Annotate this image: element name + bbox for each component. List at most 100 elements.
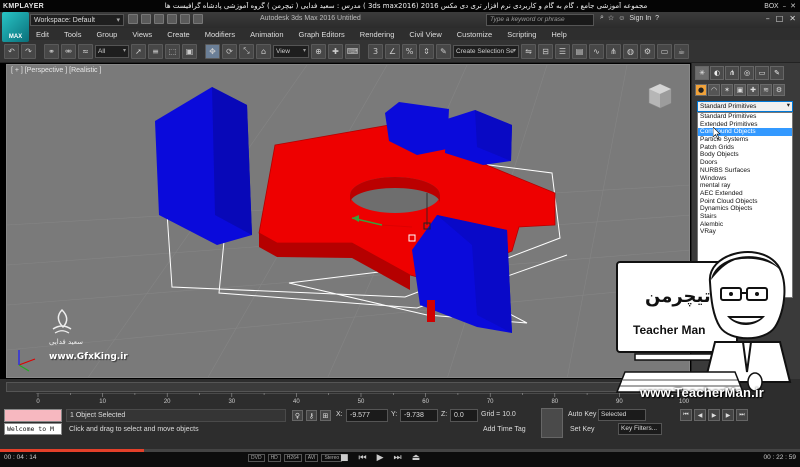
menu-create[interactable]: Create [167,30,190,39]
shapes-icon[interactable]: ◠ [708,84,720,96]
play-icon[interactable]: ▶ [377,453,384,463]
primitive-type-dropdown[interactable]: Standard Primitives [697,101,793,112]
list-item[interactable]: AEC Extended [698,190,792,198]
go-to-end-icon[interactable]: ⏭ [736,409,748,421]
select-rotate-icon[interactable]: ⟳ [222,43,237,59]
systems-icon[interactable]: ⚙ [773,84,785,96]
angle-snap-icon[interactable]: ∠ [385,43,400,59]
list-item[interactable]: Dynamics Objects [698,205,792,213]
unlink-icon[interactable]: ⚮ [61,43,76,59]
cameras-icon[interactable]: ▣ [734,84,746,96]
display-tab-icon[interactable]: ▭ [755,66,769,80]
play-icon[interactable]: ▶ [708,409,720,421]
list-item[interactable]: NURBS Surfaces [698,167,792,175]
perspective-viewport[interactable]: [ + ] [Perspective ] [Realistic ] سعید ف… [6,64,690,378]
menu-rendering[interactable]: Rendering [360,30,395,39]
utilities-tab-icon[interactable]: ✎ [770,66,784,80]
list-item[interactable]: mental ray [698,182,792,190]
search-input[interactable]: Type a keyword or phrase [486,14,594,26]
list-item[interactable]: Doors [698,159,792,167]
layer-explorer-icon[interactable]: ☰ [555,43,570,59]
select-scale-icon[interactable]: ⤡ [239,43,254,59]
key-mode-dropdown[interactable]: Selected [598,409,646,421]
menu-modifiers[interactable]: Modifiers [205,30,235,39]
blue-box-left[interactable] [155,87,252,245]
new-file-icon[interactable] [128,14,138,24]
z-coordinate-field[interactable]: 0.0 [450,409,478,422]
selection-lock-icon[interactable]: ⚷ [306,410,317,421]
align-icon[interactable]: ⊟ [538,43,553,59]
auto-key-button[interactable]: Auto Key [568,411,596,418]
search-icon[interactable]: ⌕ [600,14,604,22]
reference-coordinate-dropdown[interactable]: View [273,44,309,58]
select-move-icon[interactable]: ✥ [205,43,220,59]
time-slider[interactable] [6,382,690,392]
render-production-icon[interactable]: ☕ [674,43,689,59]
menu-views[interactable]: Views [132,30,152,39]
open-file-icon[interactable] [141,14,151,24]
scene-explorer-icon[interactable]: ▤ [572,43,587,59]
key-filters-button[interactable]: Key Filters... [618,423,662,435]
menu-tools[interactable]: Tools [64,30,82,39]
pivot-center-icon[interactable]: ⊕ [311,43,326,59]
menu-animation[interactable]: Animation [250,30,283,39]
isolate-selection-icon[interactable]: ♀ [292,410,303,421]
named-selection-sets-dropdown[interactable]: Create Selection Se [453,44,519,58]
menu-scripting[interactable]: Scripting [507,30,536,39]
bind-space-warp-icon[interactable]: ≈ [78,43,93,59]
modify-tab-icon[interactable]: ◐ [710,66,724,80]
list-item[interactable]: Patch Grids [698,144,792,152]
selection-filter-dropdown[interactable]: All [95,44,129,58]
motion-tab-icon[interactable]: ◎ [740,66,754,80]
material-editor-icon[interactable]: ◍ [623,43,638,59]
user-icon[interactable]: ☺ [618,15,625,22]
snaps-toggle-icon[interactable]: 3 [368,43,383,59]
stop-icon[interactable]: ■ [340,453,349,463]
schematic-view-icon[interactable]: ⋔ [606,43,621,59]
save-file-icon[interactable] [154,14,164,24]
set-keys-icon[interactable] [541,408,563,438]
lights-icon[interactable]: ✶ [721,84,733,96]
geometry-icon[interactable]: ● [695,84,707,96]
helpers-icon[interactable]: ✚ [747,84,759,96]
previous-frame-icon[interactable]: ◀ [694,409,706,421]
redo-icon[interactable] [180,14,190,24]
list-item[interactable]: Body Objects [698,151,792,159]
previous-icon[interactable]: ⏮ [359,453,367,463]
space-warps-icon[interactable]: ≋ [760,84,772,96]
menu-graph-editors[interactable]: Graph Editors [299,30,345,39]
absolute-mode-icon[interactable]: ⊞ [320,410,331,421]
video-progress-bar[interactable] [0,449,800,452]
viewport-label[interactable]: [ + ] [Perspective ] [Realistic ] [11,67,101,74]
timeline-ruler[interactable]: 0 10 20 30 40 50 60 70 80 90 100 [36,393,690,403]
window-crossing-icon[interactable]: ▣ [182,43,197,59]
go-to-start-icon[interactable]: ⏮ [680,409,692,421]
close-icon[interactable]: ✕ [789,14,796,23]
render-setup-icon[interactable]: ⚙ [640,43,655,59]
percent-snap-icon[interactable]: % [402,43,417,59]
select-by-name-icon[interactable]: ≡ [148,43,163,59]
create-tab-icon[interactable]: ✳ [695,66,709,80]
menu-civil-view[interactable]: Civil View [409,30,441,39]
player-box-label[interactable]: BOX [764,2,779,10]
maxscript-welcome-text[interactable]: Welcome to M [4,423,62,435]
maximize-icon[interactable]: □ [776,14,784,23]
select-object-icon[interactable]: ➚ [131,43,146,59]
mirror-icon[interactable]: ⇋ [521,43,536,59]
rectangular-selection-icon[interactable]: ⬚ [165,43,180,59]
eject-icon[interactable]: ⏏ [412,453,421,463]
next-icon[interactable]: ⏭ [394,453,402,463]
spinner-snap-icon[interactable]: ⇕ [419,43,434,59]
curve-editor-icon[interactable]: ∿ [589,43,604,59]
menu-group[interactable]: Group [96,30,117,39]
star-icon[interactable]: ☆ [608,14,614,22]
x-coordinate-field[interactable]: -9.577 [346,409,388,422]
undo-icon[interactable]: ↶ [4,43,19,59]
menu-edit[interactable]: Edit [36,30,49,39]
list-item[interactable]: Windows [698,175,792,183]
close-icon[interactable]: ✕ [790,2,796,10]
add-time-tag-button[interactable]: Add Time Tag [471,424,526,436]
undo-icon[interactable] [167,14,177,24]
minimize-icon[interactable]: – [783,2,787,10]
edit-named-selection-icon[interactable]: ✎ [436,43,451,59]
